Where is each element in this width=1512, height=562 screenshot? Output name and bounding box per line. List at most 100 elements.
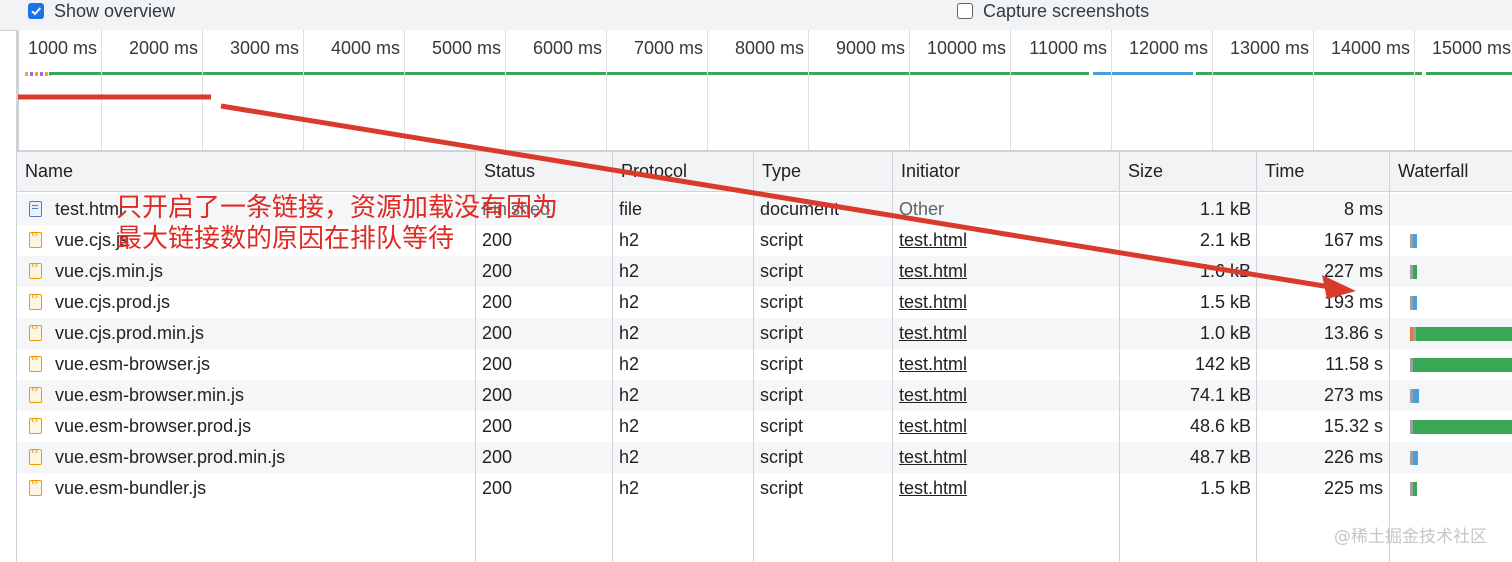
capture-screenshots-option[interactable]: Capture screenshots bbox=[957, 0, 1149, 22]
overview-gridline bbox=[606, 30, 607, 150]
column-header-time[interactable]: Time bbox=[1257, 152, 1390, 192]
overview-tick-label: 7000 ms bbox=[633, 38, 703, 58]
column-header-type-label: Type bbox=[762, 161, 802, 181]
overview-tick-label: 12000 ms bbox=[1128, 38, 1208, 58]
table-row[interactable]: vue.cjs.prod.min.js 200 h2 script test.html 1… bbox=[17, 318, 1512, 349]
request-time: 167 ms bbox=[1323, 230, 1383, 250]
request-initiator[interactable]: test.html bbox=[899, 318, 967, 349]
request-initiator[interactable]: test.html bbox=[899, 256, 967, 287]
column-header-waterfall-label: Waterfall bbox=[1398, 161, 1469, 181]
column-header-name[interactable]: Name bbox=[17, 152, 476, 192]
request-protocol: file bbox=[619, 199, 643, 219]
request-size: 1.1 kB bbox=[1199, 199, 1251, 219]
request-name[interactable]: vue.esm-browser.prod.js bbox=[55, 411, 251, 442]
request-name[interactable]: vue.cjs.prod.js bbox=[55, 287, 170, 318]
column-header-type[interactable]: Type bbox=[754, 152, 893, 192]
table-row[interactable]: vue.cjs.min.js 200 h2 script test.html 1.6 kB… bbox=[17, 256, 1512, 287]
request-initiator[interactable]: test.html bbox=[899, 225, 967, 256]
request-type: script bbox=[760, 261, 804, 281]
request-name[interactable]: test.html bbox=[55, 194, 123, 225]
column-divider[interactable] bbox=[1119, 152, 1120, 562]
column-header-waterfall[interactable]: Waterfall bbox=[1390, 152, 1512, 192]
overview-gridline bbox=[303, 30, 304, 150]
column-header-size[interactable]: Size bbox=[1120, 152, 1257, 192]
column-divider[interactable] bbox=[753, 152, 754, 562]
overview-gridline bbox=[808, 30, 809, 150]
column-header-name-label: Name bbox=[25, 161, 74, 181]
overview-tick-label: 9000 ms bbox=[835, 38, 905, 58]
column-header-status[interactable]: Status bbox=[476, 152, 613, 192]
request-protocol: h2 bbox=[619, 447, 640, 467]
overview-gridline bbox=[202, 30, 203, 150]
request-size: 2.1 kB bbox=[1199, 230, 1251, 250]
annotation-text: 只开启了一条链接，资源加载没有因为 最大链接数的原因在排队等待 bbox=[116, 193, 558, 255]
request-time: 193 ms bbox=[1323, 292, 1383, 312]
request-name[interactable]: vue.esm-bundler.js bbox=[55, 473, 206, 504]
script-file-icon bbox=[29, 447, 42, 465]
request-initiator[interactable]: test.html bbox=[899, 442, 967, 473]
column-divider[interactable] bbox=[612, 152, 613, 562]
script-file-icon bbox=[29, 230, 42, 248]
request-initiator: Other bbox=[899, 199, 945, 219]
request-name[interactable]: vue.esm-browser.min.js bbox=[55, 380, 244, 411]
request-protocol: h2 bbox=[619, 261, 640, 281]
request-size: 1.6 kB bbox=[1199, 261, 1251, 281]
request-initiator[interactable]: test.html bbox=[899, 380, 967, 411]
waterfall-bar bbox=[1413, 358, 1512, 372]
table-row[interactable]: vue.esm-browser.prod.js 200 h2 script test.h… bbox=[17, 411, 1512, 442]
overview-gridline bbox=[1313, 30, 1314, 150]
html-document-icon bbox=[29, 201, 42, 217]
table-row[interactable]: vue.esm-browser.js 200 h2 script test.html 14… bbox=[17, 349, 1512, 380]
column-divider[interactable] bbox=[892, 152, 893, 562]
request-protocol: h2 bbox=[619, 323, 640, 343]
column-header-size-label: Size bbox=[1128, 161, 1164, 181]
request-name[interactable]: vue.esm-browser.js bbox=[55, 349, 210, 380]
script-file-icon bbox=[29, 323, 42, 341]
column-header-protocol[interactable]: Protocol bbox=[613, 152, 754, 192]
script-file-icon bbox=[29, 261, 42, 279]
request-time: 11.58 s bbox=[1325, 354, 1383, 374]
watermark: @稀土掘金技术社区 bbox=[1334, 527, 1487, 547]
capture-screenshots-checkbox[interactable] bbox=[957, 3, 973, 19]
request-initiator[interactable]: test.html bbox=[899, 473, 967, 504]
waterfall-bar bbox=[1413, 265, 1417, 279]
show-overview-option[interactable]: Show overview bbox=[28, 0, 175, 22]
overview-gridline bbox=[909, 30, 910, 150]
column-header-initiator[interactable]: Initiator bbox=[893, 152, 1120, 192]
request-initiator[interactable]: test.html bbox=[899, 349, 967, 380]
waterfall-bar bbox=[1413, 420, 1512, 434]
network-overview-timeline[interactable]: 1000 ms 2000 ms 3000 ms 4000 ms 5000 ms 6000 … bbox=[16, 30, 1512, 150]
request-type: script bbox=[760, 385, 804, 405]
table-row[interactable]: vue.esm-bundler.js 200 h2 script test.html 1.… bbox=[17, 473, 1512, 504]
table-row[interactable]: vue.esm-browser.prod.min.js 200 h2 script te… bbox=[17, 442, 1512, 473]
request-size: 74.1 kB bbox=[1189, 385, 1251, 405]
column-divider[interactable] bbox=[1389, 152, 1390, 562]
request-time: 13.86 s bbox=[1323, 323, 1383, 343]
request-initiator[interactable]: test.html bbox=[899, 411, 967, 442]
column-divider[interactable] bbox=[1256, 152, 1257, 562]
request-type: script bbox=[760, 447, 804, 467]
table-row[interactable]: vue.cjs.prod.js 200 h2 script test.html 1.5 k… bbox=[17, 287, 1512, 318]
request-initiator[interactable]: test.html bbox=[899, 287, 967, 318]
request-type: script bbox=[760, 323, 804, 343]
column-header-initiator-label: Initiator bbox=[901, 161, 961, 181]
waterfall-bar bbox=[1413, 296, 1417, 310]
overview-tick-label: 1000 ms bbox=[27, 38, 97, 58]
waterfall-bar bbox=[1413, 389, 1419, 403]
request-protocol: h2 bbox=[619, 292, 640, 312]
request-protocol: h2 bbox=[619, 416, 640, 436]
overview-gridline bbox=[404, 30, 405, 150]
show-overview-label: Show overview bbox=[54, 0, 176, 21]
request-name[interactable]: vue.esm-browser.prod.min.js bbox=[55, 442, 285, 473]
show-overview-checkbox[interactable] bbox=[28, 3, 44, 19]
request-protocol: h2 bbox=[619, 230, 640, 250]
table-row[interactable]: vue.esm-browser.min.js 200 h2 script test.ht… bbox=[17, 380, 1512, 411]
request-time: 227 ms bbox=[1323, 261, 1383, 281]
column-header-time-label: Time bbox=[1265, 161, 1305, 181]
overview-tick-label: 6000 ms bbox=[532, 38, 602, 58]
overview-tick-label: 13000 ms bbox=[1229, 38, 1309, 58]
request-time: 15.32 s bbox=[1323, 416, 1383, 436]
request-name[interactable]: vue.cjs.min.js bbox=[55, 256, 163, 287]
request-size: 1.0 kB bbox=[1199, 323, 1251, 343]
request-name[interactable]: vue.cjs.prod.min.js bbox=[55, 318, 204, 349]
